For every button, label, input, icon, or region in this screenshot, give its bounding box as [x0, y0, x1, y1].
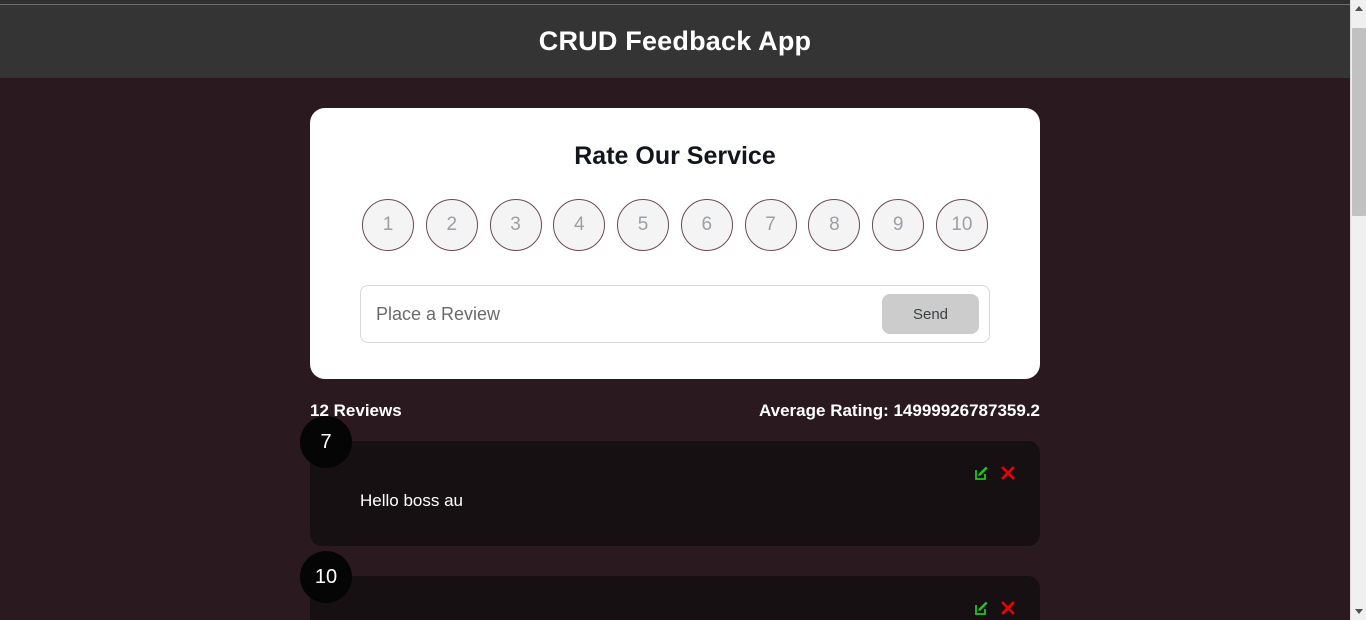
scrollbar-thumb[interactable] [1352, 28, 1366, 216]
feedback-card: Rate Our Service 1 2 3 4 5 6 7 8 9 10 Se… [310, 108, 1040, 379]
review-list: 7 Hello boss au 10 [300, 416, 1040, 620]
average-rating: Average Rating: 14999926787359.2 [759, 401, 1040, 420]
review-rating-badge: 10 [300, 551, 352, 603]
main-content: Rate Our Service 1 2 3 4 5 6 7 8 9 10 Se… [300, 78, 1040, 620]
app-title: CRUD Feedback App [538, 26, 812, 56]
review-input[interactable] [369, 295, 882, 333]
review-text: Hello boss au [360, 491, 464, 510]
close-x-icon[interactable] [1000, 465, 1016, 481]
review-actions [974, 465, 1016, 481]
review-card: 10 [300, 551, 1040, 620]
stats-row: 12 Reviews Average Rating: 1499992678735… [310, 401, 1040, 421]
edit-pencil-icon[interactable] [974, 465, 990, 481]
rating-option-6[interactable]: 6 [680, 199, 733, 251]
rating-option-5[interactable]: 5 [617, 199, 670, 251]
review-rating-badge: 7 [300, 416, 352, 468]
edit-pencil-icon[interactable] [974, 600, 990, 616]
rating-option-10[interactable]: 10 [935, 199, 988, 251]
rating-option-3[interactable]: 3 [489, 199, 542, 251]
rating-option-4[interactable]: 4 [553, 199, 606, 251]
review-form: Send [360, 285, 990, 343]
rating-option-8[interactable]: 8 [808, 199, 861, 251]
page-content: CRUD Feedback App Rate Our Service 1 2 3… [0, 0, 1350, 620]
rating-option-7[interactable]: 7 [744, 199, 797, 251]
review-actions [974, 600, 1016, 616]
send-button[interactable]: Send [882, 294, 979, 334]
close-x-icon[interactable] [1000, 600, 1016, 616]
chevron-up-icon[interactable] [1351, 0, 1366, 17]
rating-option-1[interactable]: 1 [362, 199, 414, 251]
app-header: CRUD Feedback App [0, 5, 1350, 78]
review-card: 7 Hello boss au [300, 416, 1040, 546]
chevron-down-icon[interactable] [1351, 603, 1366, 620]
rating-selector: 1 2 3 4 5 6 7 8 9 10 [360, 199, 990, 251]
page-scrollbar[interactable] [1350, 0, 1366, 620]
rating-option-9[interactable]: 9 [872, 199, 925, 251]
card-heading: Rate Our Service [574, 142, 776, 170]
browser-viewport: CRUD Feedback App Rate Our Service 1 2 3… [0, 0, 1366, 620]
rating-option-2[interactable]: 2 [425, 199, 478, 251]
